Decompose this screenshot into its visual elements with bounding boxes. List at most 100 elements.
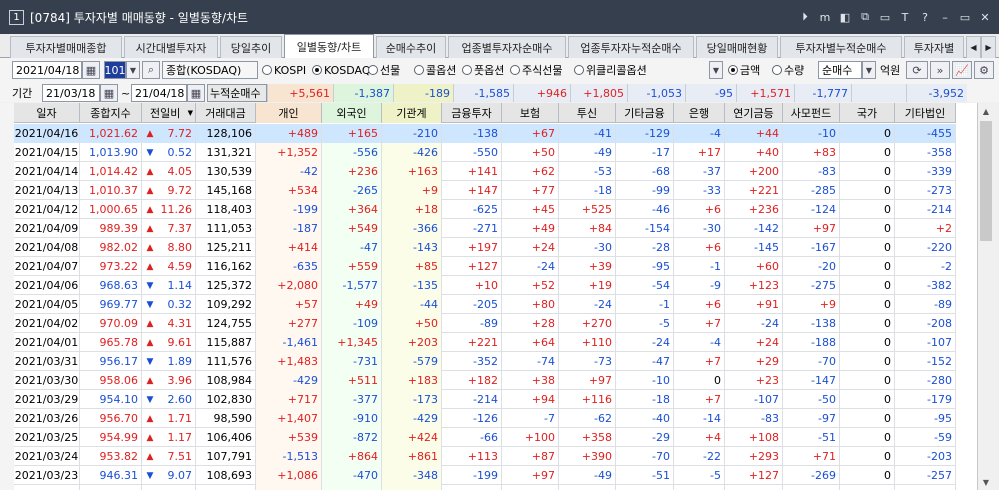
net-select-chevron-icon[interactable]: ▼ <box>862 61 876 79</box>
calendar-icon[interactable]: ▦ <box>82 61 100 79</box>
col-header-10[interactable]: 기타금융 <box>616 103 674 123</box>
market-radio-6[interactable]: 위클리콜옵션 <box>574 61 647 79</box>
table-row[interactable]: 2021/03/24 953.82 ▲ 7.51 107,791 -1,513 +864 +8… <box>14 447 956 466</box>
table-row[interactable]: 2021/04/02 970.09 ▲ 4.31 124,755 +277 -109 +50-… <box>14 314 956 333</box>
period-to[interactable]: 21/04/18 <box>131 84 187 102</box>
table-row[interactable]: 2021/03/30 958.06 ▲ 3.96 108,984 -429 +511 +183… <box>14 371 956 390</box>
table-row[interactable]: 2021/03/25 954.99 ▲ 1.17 106,406 +539 -872 +424… <box>14 428 956 447</box>
market-radio-3[interactable]: 콜옵션 <box>414 61 456 79</box>
col-header-1[interactable]: 종합지수 <box>80 103 142 123</box>
table-row[interactable]: 2021/03/31 956.17 ▼ 1.89 111,576 +1,483 -731 -5… <box>14 352 956 371</box>
summary-cell-4: +946 <box>513 84 570 102</box>
date-field[interactable]: 2021/04/18 <box>12 61 82 79</box>
dropdown-icon[interactable]: ▼ <box>709 61 723 79</box>
table-row[interactable]: 2021/04/07 973.22 ▲ 4.59 116,162 -635 +559 +85 +… <box>14 257 956 276</box>
cell-금융투자: +303 <box>442 485 502 490</box>
amount-radio-1[interactable]: 수량 <box>772 61 804 79</box>
cell-보험: -7 <box>502 409 559 428</box>
table-row[interactable]: 2021/04/06 968.63 ▼ 1.14 125,372 +2,080 -1,577… <box>14 276 956 295</box>
col-header-11[interactable]: 은행 <box>674 103 725 123</box>
col-header-5[interactable]: 외국인 <box>322 103 382 123</box>
copy-icon[interactable]: ⧉ <box>857 9 873 25</box>
tab-2[interactable]: 당일추이 <box>220 36 282 58</box>
tab-7[interactable]: 당일매매현황 <box>696 36 778 58</box>
table-row[interactable]: 2021/04/05 969.77 ▼ 0.32 109,292 +57 +49 -44 -20… <box>14 295 956 314</box>
table-row[interactable]: 2021/03/23 946.31 ▼ 9.07 108,693 +1,086 -470 -3… <box>14 466 956 485</box>
cell-사모펀드: +97 <box>783 219 840 238</box>
help-icon[interactable]: ? <box>917 9 933 25</box>
tab-5[interactable]: 업종별투자자순매수 <box>448 36 566 58</box>
search-icon[interactable]: ⌕ <box>142 61 160 79</box>
tab-next-icon[interactable]: ▶ <box>981 36 996 58</box>
table-row[interactable]: 2021/04/09 989.39 ▲ 7.37 111,053 -187 +549 -366… <box>14 219 956 238</box>
col-header-3[interactable]: 거래대금 <box>196 103 256 123</box>
market-radio-2[interactable]: 선물 <box>368 61 400 79</box>
tab-8[interactable]: 투자자별누적순매수 <box>780 36 902 58</box>
cell-은행: +4 <box>674 428 725 447</box>
table-row[interactable]: 2021/03/26 956.70 ▲ 1.71 98,590 +1,407 -910 -42… <box>14 409 956 428</box>
tab-4[interactable]: 순매수추이 <box>376 36 446 58</box>
maximize-icon[interactable]: ▭ <box>957 9 973 25</box>
tab-1[interactable]: 시간대별투자자 <box>124 36 218 58</box>
table-row[interactable]: 2021/03/22955.38▲3.27105,455+523-986+442… <box>14 485 956 490</box>
calendar-to-icon[interactable]: ▦ <box>187 84 205 102</box>
cell-국가: 0 <box>840 485 895 490</box>
layout-icon[interactable]: ◧ <box>837 9 853 25</box>
font-icon[interactable]: T <box>897 9 913 25</box>
sort-dropdown-icon[interactable]: ▼ <box>188 109 193 117</box>
m-icon[interactable]: m <box>817 9 833 25</box>
cell-기관계: -426 <box>382 143 442 162</box>
col-header-9[interactable]: 투신 <box>559 103 616 123</box>
market-radio-1[interactable]: KOSDAQ <box>312 61 371 79</box>
scroll-down-icon[interactable]: ▼ <box>978 474 994 490</box>
market-radio-5[interactable]: 주식선물 <box>510 61 562 79</box>
col-header-13[interactable]: 사모펀드 <box>783 103 840 123</box>
next-icon[interactable]: » <box>930 61 950 79</box>
table-row[interactable]: 2021/04/16 1,021.62 ▲ 7.72 128,106 +489 +165 -2… <box>14 124 956 143</box>
col-header-12[interactable]: 연기금등 <box>725 103 783 123</box>
scroll-up-icon[interactable]: ▲ <box>978 103 994 119</box>
market-field[interactable]: 종합(KOSDAQ) <box>162 61 258 79</box>
vertical-scrollbar[interactable]: ▲ ▼ <box>977 103 993 490</box>
col-header-2[interactable]: 전일비 ▼ <box>142 103 196 123</box>
table-row[interactable]: 2021/04/12 1,000.65 ▲ 11.26 118,403 -199 +364 +… <box>14 200 956 219</box>
cell-일자: 2021/03/23 <box>14 466 80 485</box>
tab-6[interactable]: 업종투자자누적순매수 <box>568 36 694 58</box>
net-select[interactable]: 순매수 <box>818 61 862 79</box>
col-header-8[interactable]: 보험 <box>502 103 559 123</box>
table-row[interactable]: 2021/04/15 1,013.90 ▼ 0.52 131,321 +1,352 -556… <box>14 143 956 162</box>
table-row[interactable]: 2021/04/01 965.78 ▲ 9.61 115,887 -1,461 +1,345… <box>14 333 956 352</box>
minimize-icon[interactable]: – <box>937 9 953 25</box>
market-radio-4[interactable]: 풋옵션 <box>462 61 504 79</box>
col-header-4[interactable]: 개인 <box>256 103 322 123</box>
table-row[interactable]: 2021/04/08 982.02 ▲ 8.80 125,211 +414 -47 -143 +… <box>14 238 956 257</box>
table-row[interactable]: 2021/04/13 1,010.37 ▲ 9.72 145,168 +534 -265 +9… <box>14 181 956 200</box>
amount-radio-0[interactable]: 금액 <box>728 61 760 79</box>
play-icon[interactable]: ⏵ <box>797 9 813 25</box>
col-header-7[interactable]: 금융투자 <box>442 103 502 123</box>
table-row[interactable]: 2021/03/29 954.10 ▼ 2.60 102,830 +717 -377 -173… <box>14 390 956 409</box>
period-from[interactable]: 21/03/18 <box>42 84 100 102</box>
cell-은행: 0 <box>674 371 725 390</box>
col-header-14[interactable]: 국가 <box>840 103 895 123</box>
col-header-0[interactable]: 일자 <box>14 103 80 123</box>
table-row[interactable]: 2021/04/14 1,014.42 ▲ 4.05 130,539 -42 +236 +16… <box>14 162 956 181</box>
chart-icon[interactable]: 📈 <box>952 61 972 79</box>
query-button[interactable]: ⟳ <box>906 61 928 79</box>
calendar-from-icon[interactable]: ▦ <box>100 84 118 102</box>
code-button[interactable]: 101 <box>104 61 126 79</box>
radio-dot <box>312 65 322 75</box>
col-header-6[interactable]: 기관계 <box>382 103 442 123</box>
close-icon[interactable]: ✕ <box>977 9 993 25</box>
col-header-15[interactable]: 기타법인 <box>895 103 956 123</box>
market-radio-0[interactable]: KOSPI <box>262 61 306 79</box>
cell-기타금융: -28 <box>616 238 674 257</box>
gear-icon[interactable]: ⚙ <box>974 61 994 79</box>
tab-9[interactable]: 투자자별 <box>904 36 964 58</box>
tab-3[interactable]: 일별동향/차트 <box>284 34 374 58</box>
window-icon[interactable]: ▭ <box>877 9 893 25</box>
tab-prev-icon[interactable]: ◀ <box>966 36 981 58</box>
tab-0[interactable]: 투자자별매매종합 <box>10 36 122 58</box>
scroll-thumb[interactable] <box>980 121 992 241</box>
chevron-down-icon[interactable]: ▼ <box>126 61 140 79</box>
